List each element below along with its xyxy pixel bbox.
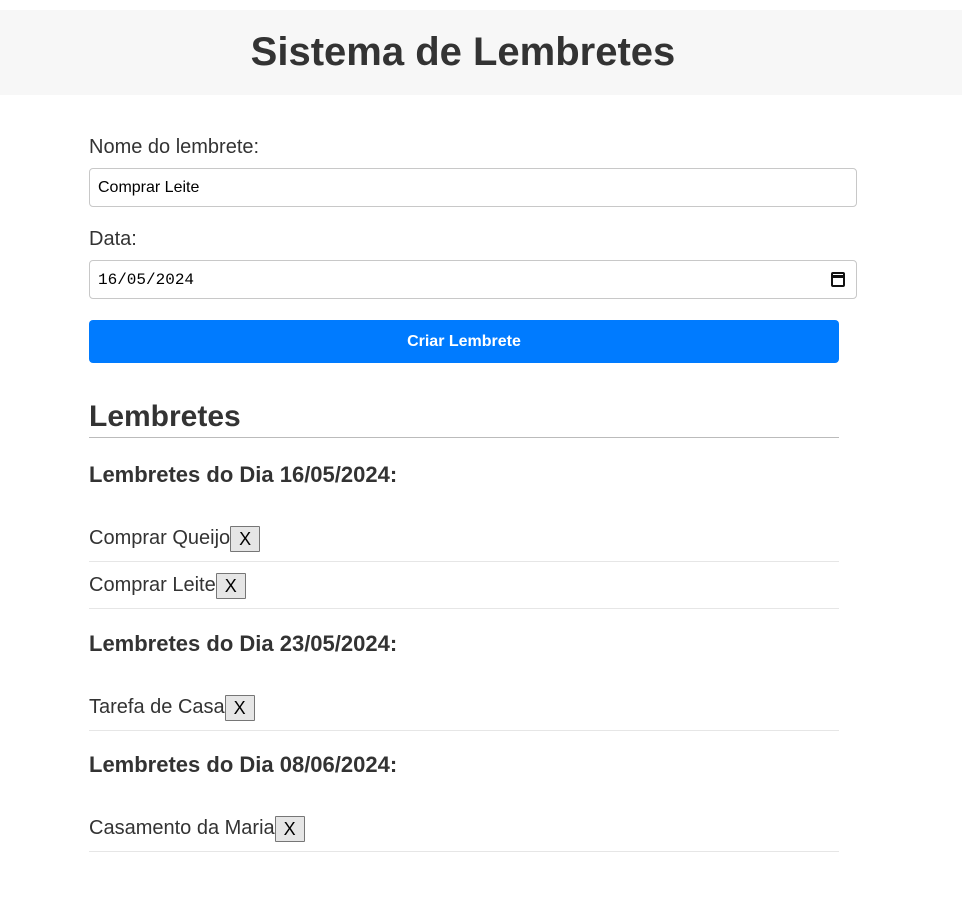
header: Sistema de Lembretes [0,10,962,95]
remove-reminder-button[interactable]: X [224,695,255,721]
calendar-icon[interactable] [831,272,845,287]
reminders-section-title: Lembretes [89,397,839,438]
list-item: Casamento da Maria X [89,805,839,852]
date-input[interactable]: 16/05/2024 [89,260,857,299]
name-label: Nome do lembrete: [89,136,260,158]
remove-reminder-button[interactable]: X [274,816,305,842]
reminder-name-input[interactable]: Comprar Leite [89,168,857,207]
remove-reminder-button[interactable]: X [230,526,261,552]
reminder-name: Comprar Queijo [89,527,231,549]
reminder-name-value: Comprar Leite [98,178,200,196]
reminder-name: Casamento da Maria [89,817,275,839]
list-item: Comprar Leite X [89,562,839,609]
remove-reminder-button[interactable]: X [215,573,246,599]
reminder-name: Tarefa de Casa [89,696,225,718]
reminder-group: Lembretes do Dia 08/06/2024: Casamento d… [89,750,839,852]
create-reminder-button[interactable]: Criar Lembrete [89,320,839,363]
reminder-name: Comprar Leite [89,574,216,596]
date-value: 16/05/2024 [98,270,195,289]
group-heading: Lembretes do Dia 08/06/2024: [89,752,398,777]
list-item: Comprar Queijo X [89,515,839,562]
date-label: Data: [89,228,137,250]
group-heading: Lembretes do Dia 23/05/2024: [89,631,398,656]
group-heading: Lembretes do Dia 16/05/2024: [89,462,398,487]
reminder-group: Lembretes do Dia 23/05/2024: Tarefa de C… [89,629,839,731]
reminder-group: Lembretes do Dia 16/05/2024: Comprar Que… [89,460,839,609]
page: Sistema de Lembretes Nome do lembrete: C… [0,0,962,908]
page-title: Sistema de Lembretes [250,30,676,74]
list-item: Tarefa de Casa X [89,684,839,731]
